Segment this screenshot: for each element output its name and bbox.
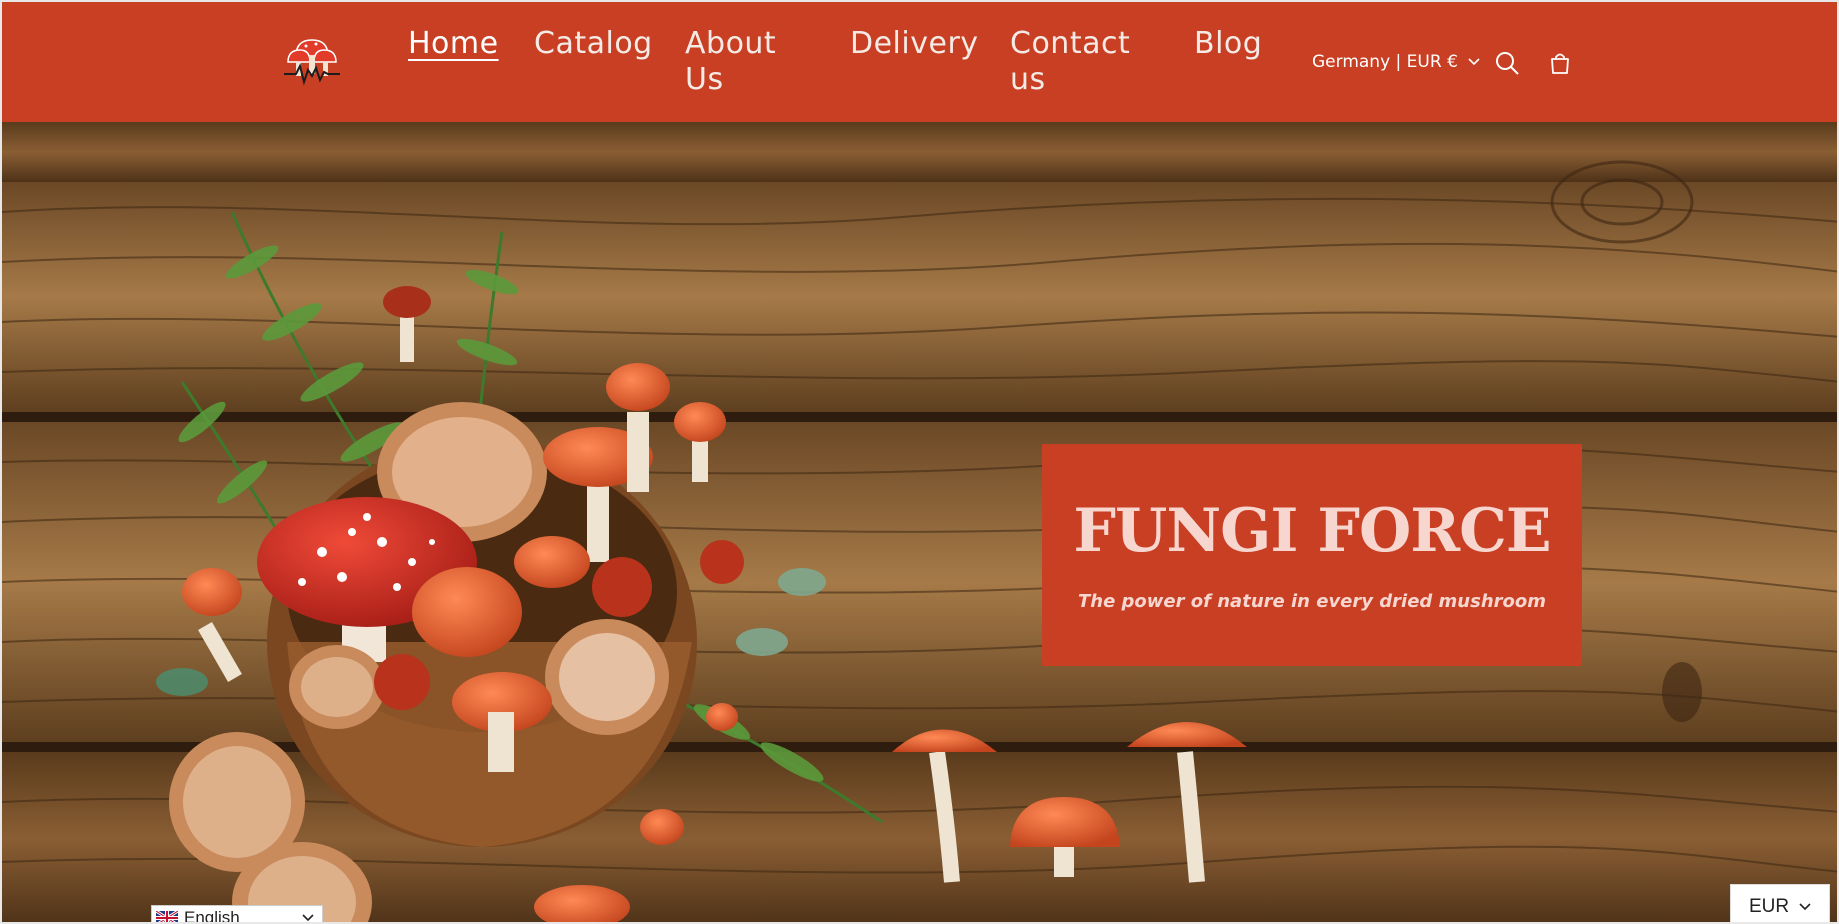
currency-selector[interactable]: EUR: [1730, 884, 1830, 922]
site-header: Home Catalog About Us Delivery Contact u…: [2, 2, 1837, 122]
hero-subtitle: The power of nature in every dried mushr…: [1077, 591, 1547, 612]
nav-contact-us[interactable]: Contact us: [1010, 26, 1150, 98]
chevron-down-icon: [1468, 58, 1480, 66]
hero-banner: FUNGI FORCE The power of nature in every…: [2, 122, 1837, 922]
search-icon: [1496, 52, 1519, 75]
uk-flag-icon: [156, 911, 178, 922]
chevron-down-icon: [1799, 903, 1811, 911]
nav-blog[interactable]: Blog: [1194, 26, 1262, 62]
country-currency-selector[interactable]: Germany | EUR €: [1312, 51, 1480, 73]
currency-label: EUR: [1748, 896, 1790, 917]
cart-button[interactable]: [1547, 50, 1573, 76]
page: Home Catalog About Us Delivery Contact u…: [0, 0, 1839, 924]
mushroom-logo-icon: [284, 39, 340, 86]
site-logo[interactable]: [282, 26, 342, 88]
cart-icon: [1551, 53, 1569, 74]
search-button[interactable]: [1494, 50, 1520, 76]
nav-home[interactable]: Home: [408, 26, 499, 62]
language-selector[interactable]: English: [151, 905, 323, 924]
hero-title: FUNGI FORCE: [1073, 496, 1551, 566]
nav-delivery[interactable]: Delivery: [850, 26, 979, 62]
nav-catalog[interactable]: Catalog: [534, 26, 653, 62]
hero-card: FUNGI FORCE The power of nature in every…: [1042, 444, 1582, 666]
region-label: Germany | EUR €: [1312, 52, 1458, 72]
nav-about-us[interactable]: About Us: [685, 26, 805, 98]
chevron-down-icon: [302, 914, 314, 922]
language-label: English: [184, 908, 240, 924]
